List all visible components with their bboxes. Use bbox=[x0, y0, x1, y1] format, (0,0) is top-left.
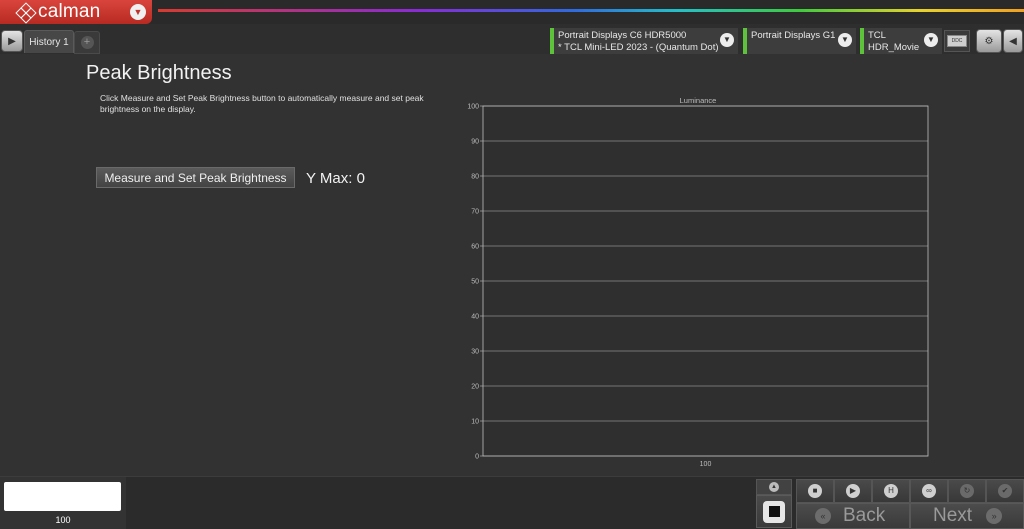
save-icon: H bbox=[884, 484, 898, 498]
collapse-right-button[interactable]: ◀ bbox=[1003, 29, 1023, 53]
chart-grid bbox=[482, 105, 929, 457]
chevron-down-icon[interactable]: ▼ bbox=[720, 33, 734, 47]
swatch-label: 100 bbox=[55, 515, 71, 525]
y-tick-label: 30 bbox=[471, 349, 479, 356]
x-axis: 100 bbox=[700, 461, 712, 468]
chevron-down-icon[interactable]: ▼ bbox=[838, 33, 852, 47]
back-button[interactable]: « Back bbox=[796, 503, 910, 529]
measure-once-button[interactable]: ▶ bbox=[834, 479, 872, 503]
chart-title: Luminance bbox=[680, 96, 717, 105]
chevron-up-icon: ▲ bbox=[769, 482, 779, 492]
confirm-button[interactable]: ✔ bbox=[986, 479, 1024, 503]
y-tick-label: 10 bbox=[471, 419, 479, 426]
collapse-left-button[interactable]: ▶ bbox=[1, 30, 23, 52]
chevron-right-icon: ▶ bbox=[8, 35, 16, 47]
meter-selector[interactable]: Portrait Displays C6 HDR5000 * TCL Mini-… bbox=[550, 28, 738, 54]
page-title: Peak Brightness bbox=[86, 62, 232, 84]
color-swatch bbox=[4, 482, 121, 511]
ymax-label: Y Max: bbox=[306, 170, 353, 187]
generator-name: Portrait Displays G1 bbox=[751, 30, 836, 41]
app-name: calman bbox=[38, 1, 101, 22]
next-label: Next bbox=[933, 505, 973, 526]
display-selector[interactable]: TCL HDR_Movie ▼ bbox=[860, 28, 942, 54]
app-menu-button[interactable]: calman ▼ bbox=[0, 0, 152, 24]
chevron-down-icon[interactable]: ▼ bbox=[130, 4, 146, 20]
back-label: Back bbox=[843, 505, 886, 526]
stop-button[interactable] bbox=[756, 495, 792, 528]
refresh-icon: ↻ bbox=[960, 484, 974, 498]
continuous-measure-button[interactable]: ∞ bbox=[910, 479, 948, 503]
stop-measure-button[interactable]: ■ bbox=[796, 479, 834, 503]
next-button[interactable]: Next » bbox=[910, 503, 1024, 529]
monitor-icon: DDC bbox=[947, 35, 967, 47]
title-bar: calman ▼ bbox=[0, 0, 1024, 24]
display-name: TCL bbox=[868, 30, 886, 41]
tab-label: History 1 bbox=[29, 36, 69, 48]
play-icon: ▶ bbox=[846, 484, 860, 498]
display-mode: HDR_Movie bbox=[868, 42, 920, 53]
infinity-icon: ∞ bbox=[922, 484, 936, 498]
y-tick-label: 60 bbox=[471, 244, 479, 251]
y-tick-label: 0 bbox=[475, 454, 479, 461]
y-axis: 0 10 20 30 40 50 60 70 80 90 100 bbox=[467, 104, 483, 461]
plus-icon: + bbox=[80, 36, 94, 49]
calman-logo-icon bbox=[15, 2, 37, 24]
add-tab-button[interactable]: + bbox=[74, 31, 100, 54]
chevron-down-icon[interactable]: ▼ bbox=[924, 33, 938, 47]
meter-name: Portrait Displays C6 HDR5000 bbox=[558, 30, 687, 41]
tab-bar: ▶ History 1 + Portrait Displays C6 HDR50… bbox=[0, 24, 1024, 54]
meter-profile: * TCL Mini-LED 2023 - (Quantum Dot) bbox=[558, 42, 719, 53]
y-tick-label: 80 bbox=[471, 174, 479, 181]
check-icon: ✔ bbox=[998, 484, 1012, 498]
expand-button[interactable]: ▲ bbox=[756, 479, 792, 495]
refresh-button[interactable]: ↻ bbox=[948, 479, 986, 503]
y-tick-label: 100 bbox=[467, 104, 479, 111]
x-tick-label: 100 bbox=[700, 461, 712, 468]
y-tick-label: 20 bbox=[471, 384, 479, 391]
double-chevron-right-icon: » bbox=[986, 508, 1003, 524]
stop-icon bbox=[768, 506, 780, 517]
bottom-toolbar: 100 ▲ ■ ▶ H ∞ ↻ ✔ « Back Next » bbox=[0, 476, 1024, 529]
y-tick-label: 40 bbox=[471, 314, 479, 321]
y-tick-label: 90 bbox=[471, 139, 479, 146]
y-tick-label: 70 bbox=[471, 209, 479, 216]
instructions-text: Click Measure and Set Peak Brightness bu… bbox=[100, 93, 424, 114]
y-tick-label: 50 bbox=[471, 279, 479, 286]
stop-icon: ■ bbox=[808, 484, 822, 498]
ymax-value: 0 bbox=[356, 170, 365, 187]
pattern-generator-selector[interactable]: Portrait Displays G1 ▼ bbox=[743, 28, 856, 54]
save-button[interactable]: H bbox=[872, 479, 910, 503]
patch-preview: 100 bbox=[0, 477, 126, 529]
display-control-button[interactable]: DDC bbox=[944, 30, 970, 52]
chevron-left-icon: ◀ bbox=[1009, 35, 1017, 47]
luminance-chart: Luminance 0 10 20 30 40 50 60 70 80 90 100 100 bbox=[467, 96, 929, 468]
gear-icon: ⚙ bbox=[984, 35, 994, 47]
tab-history-1[interactable]: History 1 bbox=[24, 30, 74, 53]
settings-button[interactable]: ⚙ bbox=[976, 29, 1002, 53]
rainbow-divider bbox=[158, 9, 1024, 12]
double-chevron-left-icon: « bbox=[815, 508, 831, 524]
ymax-readout: Y Max: 0 bbox=[306, 170, 365, 187]
measure-peak-brightness-button[interactable]: Measure and Set Peak Brightness bbox=[96, 167, 295, 188]
